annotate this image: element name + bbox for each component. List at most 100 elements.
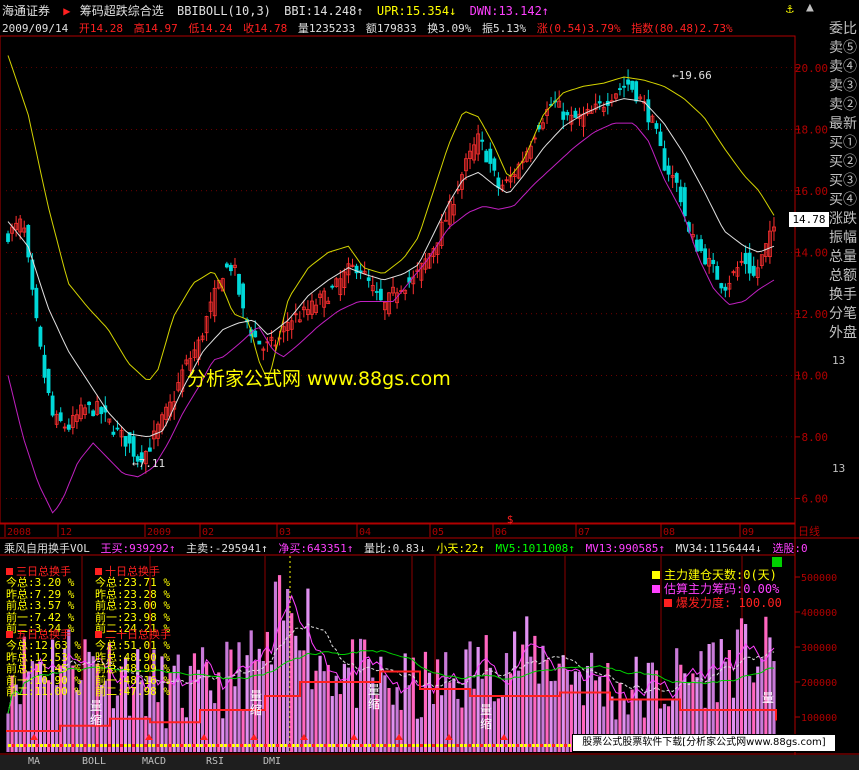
- candle-body: [253, 330, 258, 338]
- volume-bar: [529, 656, 533, 752]
- signal-marker: [316, 744, 319, 747]
- signal-marker: [188, 744, 191, 747]
- volume-bar: [517, 670, 521, 752]
- low-price-label: ←7.11: [132, 457, 165, 470]
- price-tick-label: 18.00: [795, 123, 828, 136]
- volume-bar: [322, 671, 326, 752]
- signal-marker: [376, 744, 379, 747]
- signal-marker: [180, 744, 183, 747]
- title-bar: 海通证券 ▶ 筹码超跌综合选 BBIBOLL(10,3) BBI:14.248↑…: [2, 2, 802, 20]
- anchor-icon[interactable]: ⚓: [786, 2, 794, 17]
- signal-marker: [296, 744, 299, 747]
- triangle-icon[interactable]: ▶: [63, 4, 70, 18]
- volume-bar: [176, 654, 180, 752]
- candle-body: [378, 288, 383, 301]
- candle-body: [699, 239, 703, 252]
- signal-marker: [320, 744, 323, 747]
- signal-marker: [440, 744, 443, 747]
- volume-bar: [553, 680, 557, 752]
- volume-bar: [525, 616, 529, 752]
- volume-annotation: 量: [368, 683, 380, 697]
- candle-body: [147, 447, 152, 452]
- volume-bar: [444, 652, 448, 752]
- signal-marker: [20, 744, 23, 747]
- signal-marker: [200, 744, 203, 747]
- price-tick-label: 10.00: [795, 369, 828, 382]
- signal-marker: [412, 744, 415, 747]
- signal-marker: [140, 744, 143, 747]
- vol-indicator-name[interactable]: 乘风自用换手VOL: [4, 540, 90, 556]
- signal-marker: [68, 744, 71, 747]
- signal-marker: [368, 744, 371, 747]
- price-tick-label: 14.00: [795, 246, 828, 259]
- current-price-tag: 14.78: [789, 212, 829, 227]
- price-tick-label: 12.00: [795, 308, 828, 321]
- vol-liangbi: 量比:0.83↓: [363, 542, 426, 555]
- signal-marker: [128, 744, 131, 747]
- time-tick-label: 02: [202, 527, 214, 538]
- signal-marker: [72, 744, 75, 747]
- tab-rsi[interactable]: RSI: [206, 756, 224, 767]
- signal-marker: [56, 744, 59, 747]
- volume-bar: [298, 650, 302, 752]
- turnover-row: 前总:23.00 %: [95, 599, 170, 613]
- candle-body: [443, 219, 448, 222]
- green-indicator-icon[interactable]: [772, 557, 782, 567]
- tab-macd[interactable]: MACD: [142, 756, 166, 767]
- indicator-name[interactable]: 筹码超跌综合选: [80, 2, 164, 19]
- candle-body: [622, 85, 626, 88]
- tab-boll[interactable]: BOLL: [82, 756, 106, 767]
- scroll-up-icon[interactable]: ▲: [806, 0, 814, 15]
- signal-marker: [240, 744, 243, 747]
- indicator-tabs: MA BOLL MACD RSI DMI: [0, 755, 859, 770]
- vol-mv5: MV5:1011008↑: [495, 542, 575, 555]
- volume-tick-label: 200000: [801, 678, 837, 689]
- volume-bar: [561, 655, 565, 752]
- signal-marker: [352, 744, 355, 747]
- signal-marker: [252, 744, 255, 747]
- candle-body: [123, 435, 128, 447]
- signal-marker: [456, 744, 459, 747]
- candle-body: [241, 283, 245, 309]
- turnover-row: 前二:11.00 %: [6, 685, 81, 699]
- quote-close: 收14.78: [243, 22, 288, 35]
- volume-annotation: 量: [480, 703, 492, 717]
- turnover-row: 前总:3.57 %: [6, 599, 75, 613]
- signal-marker: [432, 744, 435, 747]
- volume-bar: [306, 588, 310, 752]
- tab-ma[interactable]: MA: [28, 756, 40, 767]
- time-tick-label: 2009: [147, 527, 171, 538]
- candle-body: [666, 165, 671, 175]
- signal-marker: [372, 744, 375, 747]
- signal-marker: [236, 744, 239, 747]
- volume-bar: [326, 664, 330, 752]
- volume-bar: [342, 663, 346, 752]
- download-banner[interactable]: 股票公式股票软件下载[分析家公式网www.88gs.com]: [572, 734, 836, 752]
- price-tick-label: 20.00: [795, 62, 828, 75]
- volume-bar: [75, 690, 79, 752]
- lower-band-line: [7, 122, 775, 514]
- signal-marker: [300, 744, 303, 747]
- signal-marker: [404, 744, 407, 747]
- signal-marker: [36, 744, 39, 747]
- tab-dmi[interactable]: DMI: [263, 756, 281, 767]
- volume-bar: [764, 616, 768, 752]
- volume-bar: [476, 646, 480, 752]
- signal-marker: [516, 744, 519, 747]
- candle-body: [565, 112, 570, 116]
- signal-marker: [40, 744, 43, 747]
- volume-bar: [395, 687, 399, 752]
- volume-bar: [233, 686, 237, 752]
- signal-marker: [356, 744, 359, 747]
- signal-marker: [48, 744, 51, 747]
- bbi-value: BBI:14.248↑: [284, 4, 364, 18]
- signal-marker: [524, 744, 527, 747]
- signal-marker: [8, 744, 11, 747]
- signal-marker: [208, 744, 211, 747]
- volume-tick-label: 500000: [801, 573, 837, 584]
- candle-body: [674, 173, 679, 183]
- time-tick-label: 12: [60, 527, 72, 538]
- volume-bar: [448, 682, 452, 752]
- side-panel-item: 振幅: [829, 230, 857, 246]
- signal-marker: [28, 744, 31, 747]
